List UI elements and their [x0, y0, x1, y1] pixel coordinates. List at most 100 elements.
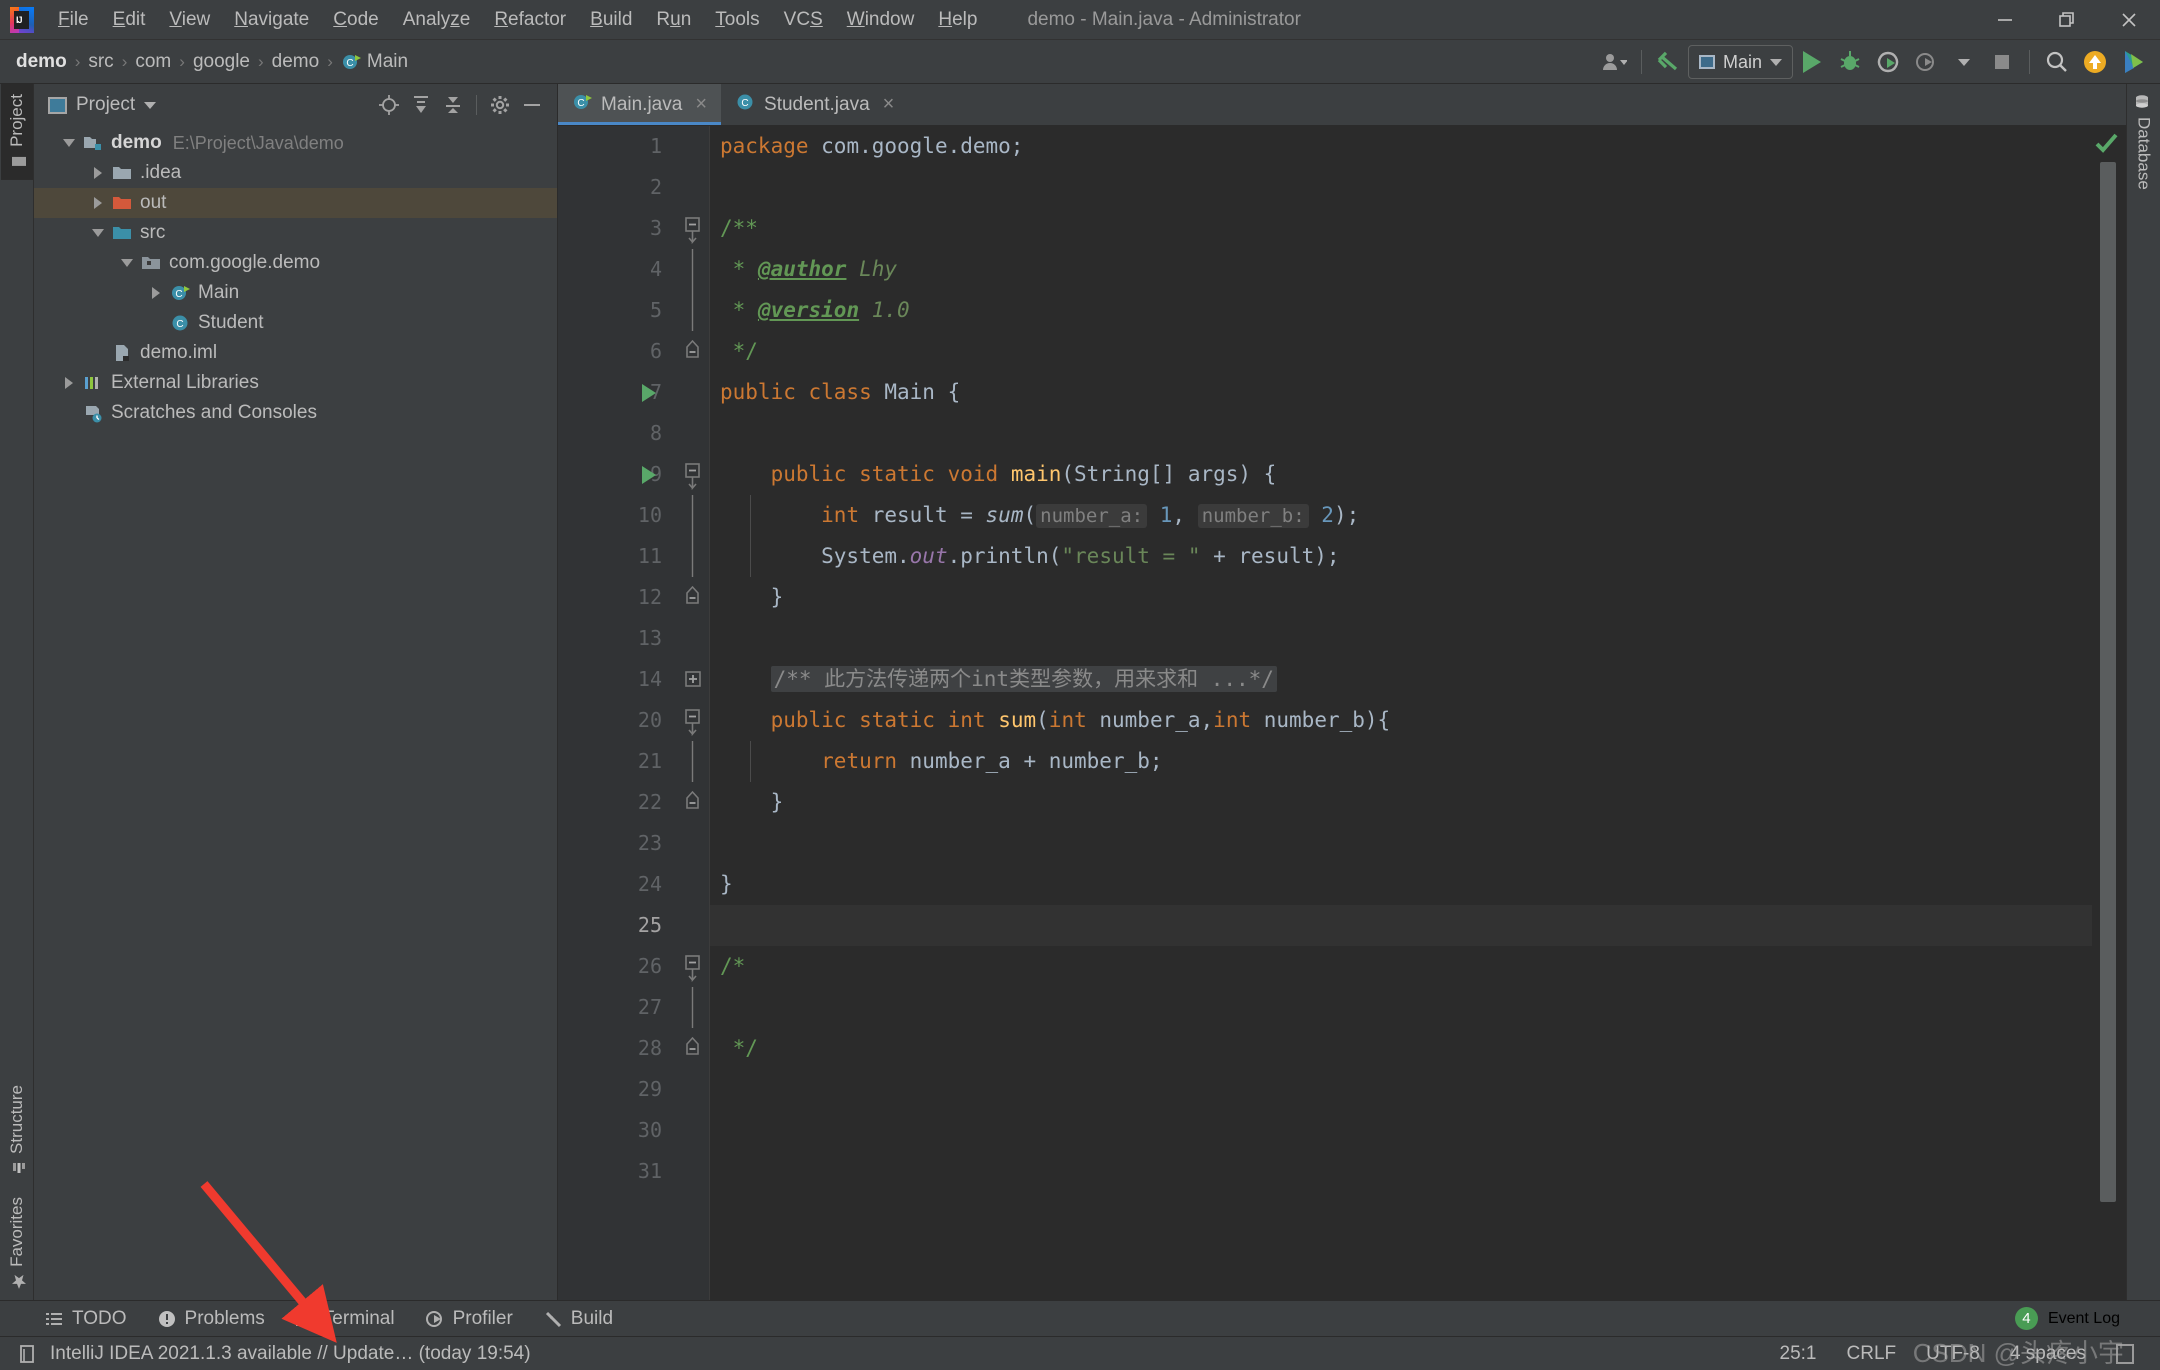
hide-panel-icon[interactable]	[517, 90, 547, 120]
editor-scrollbar-column[interactable]	[2092, 126, 2126, 1300]
code-line-5[interactable]: * @version 1.0	[720, 290, 910, 331]
breadcrumb-item-demo[interactable]: demo	[272, 51, 320, 73]
fold-marker-end[interactable]	[682, 782, 704, 823]
menu-file[interactable]: File	[46, 5, 101, 35]
chevron-right-icon[interactable]	[56, 377, 82, 389]
fold-marker-bar[interactable]	[682, 495, 704, 536]
project-panel-title-group[interactable]: Project	[48, 94, 157, 116]
minimize-button[interactable]	[1974, 0, 2036, 40]
chevron-down-icon[interactable]	[114, 259, 140, 267]
fold-marker-start[interactable]	[682, 454, 704, 495]
menu-edit[interactable]: Edit	[101, 5, 158, 35]
vertical-scrollbar-thumb[interactable]	[2100, 162, 2116, 1202]
read-write-lock-icon[interactable]	[2116, 1343, 2134, 1364]
tree-node-main[interactable]: C Main	[34, 278, 557, 308]
code-folding-strip[interactable]	[674, 126, 710, 1300]
file-encoding[interactable]: UTF-8	[1926, 1343, 1980, 1365]
sidebar-item-favorites[interactable]: Favorites	[1, 1187, 33, 1300]
collapse-all-icon[interactable]	[438, 90, 468, 120]
menu-code[interactable]: Code	[321, 5, 390, 35]
search-everywhere-icon[interactable]	[2038, 44, 2076, 80]
fold-marker-end[interactable]	[682, 331, 704, 372]
tree-node-scratches-and-consoles[interactable]: Scratches and Consoles	[34, 398, 557, 428]
editor-gutter[interactable]: 1 2 3 4 5 6 7 8 9 10 11 12 13 14 20 21 22 23 24 25 26 27 28 29 3…	[558, 126, 674, 1300]
menu-window[interactable]: Window	[835, 5, 927, 35]
toolwindow-problems[interactable]: Problems	[157, 1308, 265, 1330]
fold-marker-bar[interactable]	[682, 536, 704, 577]
fold-marker-start[interactable]	[682, 208, 704, 249]
editor-tab-student-java[interactable]: C Student.java ×	[721, 84, 908, 125]
code-text-area[interactable]: package com.google.demo; /** * @author L…	[710, 126, 2092, 1300]
fold-marker-bar[interactable]	[682, 290, 704, 331]
code-line-24[interactable]: }	[720, 864, 733, 905]
menu-vcs[interactable]: VCS	[772, 5, 835, 35]
toolwindow-terminal[interactable]: Terminal	[295, 1308, 395, 1330]
chevron-right-icon[interactable]	[85, 167, 111, 179]
locate-icon[interactable]	[374, 90, 404, 120]
code-line-22[interactable]: }	[720, 782, 784, 823]
fold-marker-start[interactable]	[682, 700, 704, 741]
breadcrumb-item-src[interactable]: src	[88, 51, 113, 73]
toolwindow-build[interactable]: Build	[543, 1308, 613, 1330]
gutter-run-icon[interactable]	[642, 466, 656, 484]
profile-dropdown[interactable]	[1945, 44, 1983, 80]
code-line-9[interactable]: public static void main(String[] args) {	[720, 454, 1277, 495]
code-line-20[interactable]: public static int sum(int number_a,int n…	[720, 700, 1391, 741]
gutter-run-icon[interactable]	[642, 384, 656, 402]
menu-view[interactable]: View	[157, 5, 222, 35]
tree-node-com-google-demo[interactable]: com.google.demo	[34, 248, 557, 278]
notification-icon[interactable]	[2076, 44, 2114, 80]
update-project-icon[interactable]	[1650, 44, 1688, 80]
sidebar-item-database[interactable]: Database	[2128, 84, 2160, 200]
fold-marker-plus[interactable]	[682, 659, 704, 700]
code-line-11[interactable]: System.out.println("result = " + result)…	[720, 536, 1339, 577]
code-line-26[interactable]: /*	[720, 946, 745, 987]
chevron-right-icon[interactable]	[143, 287, 169, 299]
code-line-21[interactable]: return number_a + number_b;	[720, 741, 1162, 782]
toolwindow-profiler[interactable]: Profiler	[425, 1308, 513, 1330]
tree-node-demo[interactable]: demo E:\Project\Java\demo	[34, 128, 557, 158]
code-line-4[interactable]: * @author Lhy	[720, 249, 897, 290]
fold-marker-bar[interactable]	[682, 987, 704, 1028]
line-separator[interactable]: CRLF	[1847, 1343, 1897, 1365]
close-button[interactable]	[2098, 0, 2160, 40]
stop-button[interactable]	[1983, 44, 2021, 80]
code-line-6[interactable]: */	[720, 331, 758, 372]
breadcrumb-item-google[interactable]: google	[193, 51, 250, 73]
fold-marker-end[interactable]	[682, 577, 704, 618]
breadcrumb-item-demo[interactable]: demo	[16, 51, 67, 73]
run-with-coverage-button[interactable]	[1869, 44, 1907, 80]
status-message[interactable]: IntelliJ IDEA 2021.1.3 available // Upda…	[50, 1343, 531, 1365]
tree-node-out[interactable]: out	[34, 188, 557, 218]
fold-marker-start[interactable]	[682, 946, 704, 987]
profile-button[interactable]	[1907, 44, 1945, 80]
tree-node-demo-iml[interactable]: demo.iml	[34, 338, 557, 368]
run-configuration-selector[interactable]: Main	[1687, 45, 1793, 79]
chevron-down-icon[interactable]	[56, 139, 82, 147]
menu-navigate[interactable]: Navigate	[222, 5, 321, 35]
sidebar-item-project[interactable]: Project	[0, 84, 33, 180]
restore-button[interactable]	[2036, 0, 2098, 40]
breadcrumb-item-com[interactable]: com	[135, 51, 171, 73]
tree-node--idea[interactable]: .idea	[34, 158, 557, 188]
chevron-down-icon[interactable]	[144, 101, 157, 109]
event-log-group[interactable]: 4 Event Log	[2014, 1307, 2120, 1330]
code-line-10[interactable]: int result = sum(number_a: 1, number_b: …	[720, 495, 1359, 536]
breadcrumb-item-main[interactable]: C Main	[341, 51, 408, 73]
editor-tab-main-java[interactable]: C Main.java ×	[558, 84, 722, 125]
ok-check-icon[interactable]	[2094, 132, 2120, 159]
code-line-14-folded-comment[interactable]: /** 此方法传递两个int类型参数，用来求和 ...*/	[720, 659, 1277, 700]
debug-button[interactable]	[1831, 44, 1869, 80]
caret-position[interactable]: 25:1	[1780, 1343, 1817, 1365]
expand-all-icon[interactable]	[406, 90, 436, 120]
tree-node-student[interactable]: C Student	[34, 308, 557, 338]
menu-run[interactable]: Run	[644, 5, 703, 35]
close-icon[interactable]: ×	[883, 93, 895, 116]
code-line-1[interactable]: package com.google.demo;	[720, 126, 1023, 167]
indent-setting[interactable]: 4 spaces	[2010, 1343, 2086, 1365]
chevron-down-icon[interactable]	[85, 229, 111, 237]
code-line-28[interactable]: */	[720, 1028, 758, 1069]
ide-feature-trainer-icon[interactable]	[2114, 44, 2152, 80]
tree-node-external-libraries[interactable]: External Libraries	[34, 368, 557, 398]
menu-analyze[interactable]: Analyze	[391, 5, 483, 35]
